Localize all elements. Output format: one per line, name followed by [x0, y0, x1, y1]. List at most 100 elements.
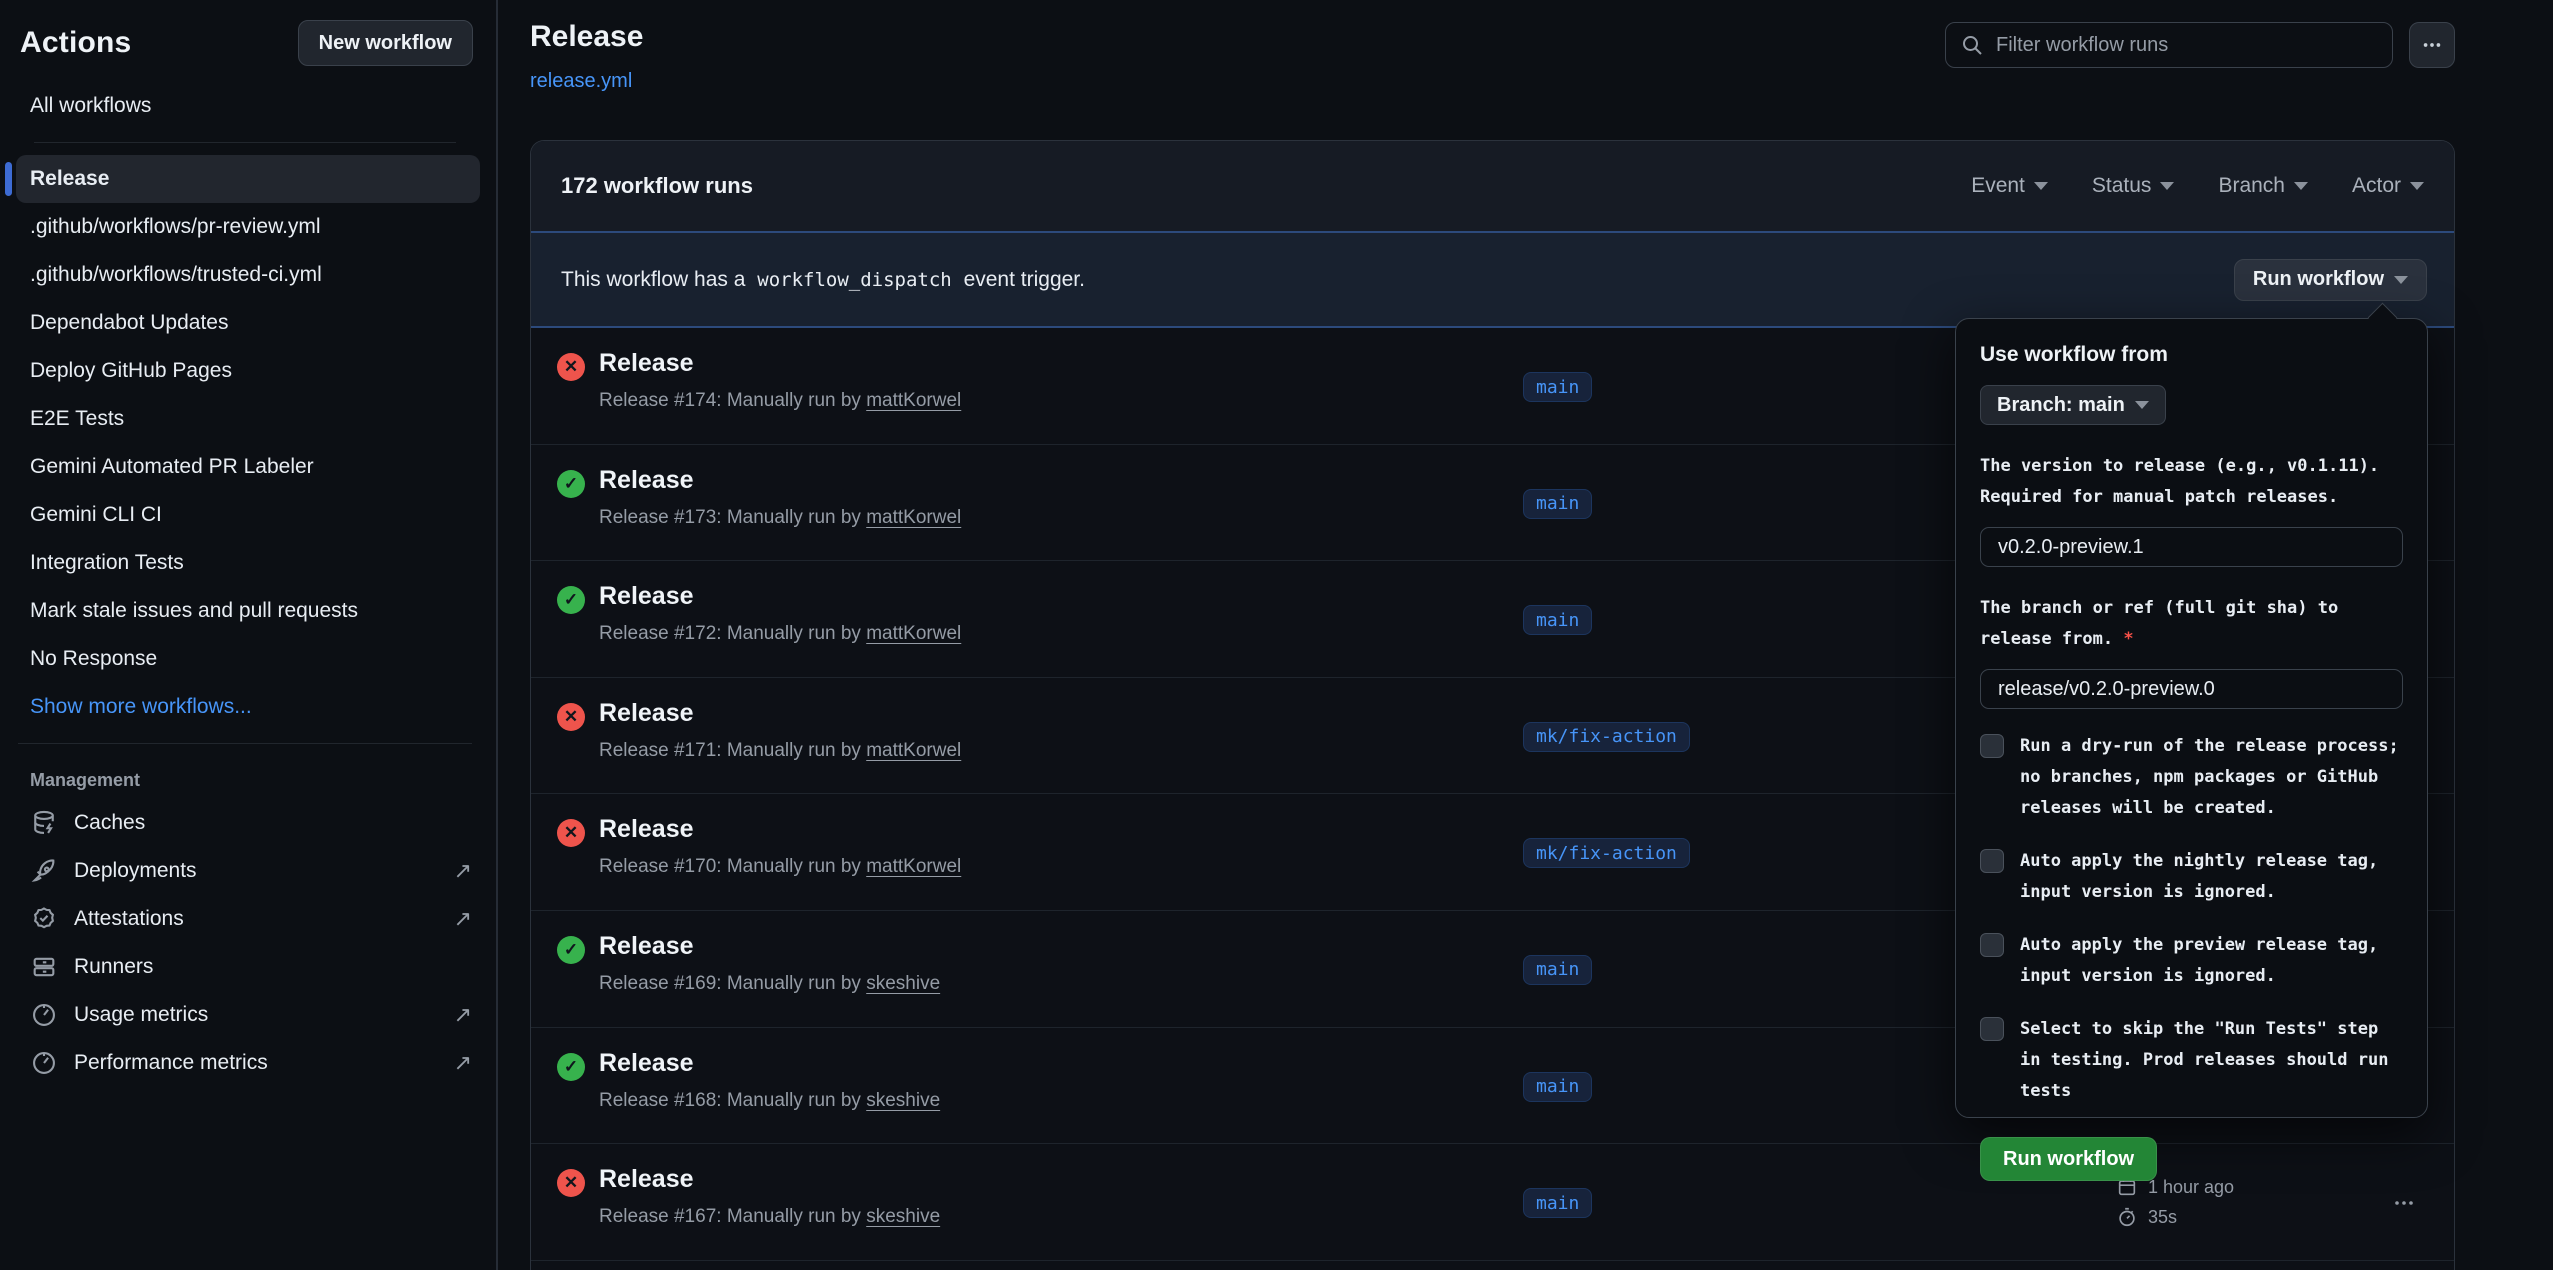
sidebar-item-performance-metrics[interactable]: Performance metrics ↗ [0, 1039, 496, 1087]
runs-list-header: 172 workflow runs Event Status Branch Ac… [531, 141, 2454, 231]
external-link-icon: ↗ [454, 906, 472, 932]
filter-workflow-runs-input[interactable] [1946, 23, 2392, 67]
sidebar-item-mark-stale[interactable]: Mark stale issues and pull requests [16, 587, 480, 635]
sidebar-item-integration-tests[interactable]: Integration Tests [16, 539, 480, 587]
show-more-workflows-link[interactable]: Show more workflows... [16, 683, 480, 731]
actor-link[interactable]: skeshive [866, 1090, 940, 1111]
checkbox-label[interactable]: Auto apply the nightly release tag, inpu… [2020, 846, 2403, 908]
run-workflow-dropdown-button[interactable]: Run workflow [2234, 259, 2427, 301]
page-kebab-menu-button[interactable] [2409, 22, 2455, 68]
run-subtitle: Release #172: Manually run by mattKorwel [599, 623, 961, 645]
actor-link[interactable]: mattKorwel [866, 856, 961, 877]
workflow-dispatch-code: workflow_dispatch [751, 269, 957, 291]
new-workflow-button[interactable]: New workflow [298, 20, 473, 66]
branch-pill[interactable]: main [1523, 1072, 1592, 1102]
actor-link[interactable]: skeshive [866, 973, 940, 994]
run-title[interactable]: Release [599, 1049, 694, 1078]
sidebar-item-attestations[interactable]: Attestations ↗ [0, 895, 496, 943]
branch-pill[interactable]: mk/fix-action [1523, 722, 1690, 752]
verified-icon [30, 905, 58, 933]
sidebar-item-deployments[interactable]: Deployments ↗ [0, 847, 496, 895]
runs-count: 172 workflow runs [561, 173, 753, 199]
sidebar-item-release[interactable]: Release [16, 155, 480, 203]
branch-pill[interactable]: main [1523, 1188, 1592, 1218]
page-title: Release [530, 20, 643, 54]
run-meta: 1 hour ago 35s [2116, 1172, 2234, 1232]
rocket-icon [30, 857, 58, 885]
run-workflow-submit-button[interactable]: Run workflow [1980, 1137, 2157, 1181]
sidebar-item-e2e-tests[interactable]: E2E Tests [16, 395, 480, 443]
run-title[interactable]: Release [599, 466, 694, 495]
run-title[interactable]: Release [599, 932, 694, 961]
run-title[interactable]: Release [599, 582, 694, 611]
cache-icon [30, 809, 58, 837]
sidebar-item-runners[interactable]: Runners [0, 943, 496, 991]
popover-title: Use workflow from [1980, 343, 2403, 367]
external-link-icon: ↗ [454, 1002, 472, 1028]
server-icon [30, 953, 58, 981]
required-asterisk: * [2123, 629, 2133, 649]
success-icon [557, 936, 585, 964]
failure-icon [557, 819, 585, 847]
actor-link[interactable]: mattKorwel [866, 740, 961, 761]
version-input-label: The version to release (e.g., v0.1.11). … [1980, 451, 2403, 513]
sidebar-item-deploy-github-pages[interactable]: Deploy GitHub Pages [16, 347, 480, 395]
actor-link[interactable]: mattKorwel [866, 507, 961, 528]
actor-link[interactable]: skeshive [866, 1206, 940, 1227]
workflow-file-link[interactable]: release.yml [530, 70, 632, 93]
actor-link[interactable]: mattKorwel [866, 623, 961, 644]
sidebar-item-trusted-ci[interactable]: .github/workflows/trusted-ci.yml [16, 251, 480, 299]
preview-tag-option: Auto apply the preview release tag, inpu… [1980, 930, 2403, 992]
external-link-icon: ↗ [454, 1050, 472, 1076]
branch-pill[interactable]: main [1523, 489, 1592, 519]
sidebar-item-gemini-pr-labeler[interactable]: Gemini Automated PR Labeler [16, 443, 480, 491]
banner-text: This workflow has a workflow_dispatch ev… [561, 268, 1085, 292]
event-filter-dropdown[interactable]: Event [1971, 174, 2048, 198]
run-title[interactable]: Release [599, 1165, 694, 1194]
sidebar-item-label: Attestations [74, 907, 438, 931]
branch-pill[interactable]: mk/fix-action [1523, 838, 1690, 868]
branch-pill[interactable]: main [1523, 372, 1592, 402]
sidebar-item-caches[interactable]: Caches [0, 799, 496, 847]
branch-filter-dropdown[interactable]: Branch [2218, 174, 2308, 198]
run-subtitle: Release #169: Manually run by skeshive [599, 973, 940, 995]
dry-run-checkbox[interactable] [1980, 734, 2004, 758]
actor-filter-dropdown[interactable]: Actor [2352, 174, 2424, 198]
run-subtitle: Release #167: Manually run by skeshive [599, 1206, 940, 1228]
meter-icon [30, 1001, 58, 1029]
actor-link[interactable]: mattKorwel [866, 390, 961, 411]
checkbox-label[interactable]: Select to skip the "Run Tests" step in t… [2020, 1014, 2403, 1107]
sidebar-item-dependabot-updates[interactable]: Dependabot Updates [16, 299, 480, 347]
sidebar-item-gemini-cli-ci[interactable]: Gemini CLI CI [16, 491, 480, 539]
success-icon [557, 1053, 585, 1081]
run-title[interactable]: Release [599, 699, 694, 728]
status-filter-dropdown[interactable]: Status [2092, 174, 2175, 198]
run-kebab-menu-button[interactable] [2376, 1188, 2432, 1218]
ref-input[interactable] [1980, 669, 2403, 709]
sidebar-title: Actions [20, 26, 131, 60]
kebab-icon [2421, 34, 2443, 56]
branch-pill[interactable]: main [1523, 605, 1592, 635]
nightly-tag-checkbox[interactable] [1980, 849, 2004, 873]
skip-tests-checkbox[interactable] [1980, 1017, 2004, 1041]
run-title[interactable]: Release [599, 349, 694, 378]
sidebar-item-no-response[interactable]: No Response [16, 635, 480, 683]
branch-select-button[interactable]: Branch: main [1980, 385, 2166, 425]
checkbox-label[interactable]: Run a dry-run of the release process; no… [2020, 731, 2403, 824]
version-input[interactable] [1980, 527, 2403, 567]
management-section-label: Management [0, 756, 496, 799]
run-subtitle: Release #173: Manually run by mattKorwel [599, 507, 961, 529]
sidebar-item-label: Deployments [74, 859, 438, 883]
success-icon [557, 586, 585, 614]
run-title[interactable]: Release [599, 815, 694, 844]
workflow-dispatch-banner: This workflow has a workflow_dispatch ev… [531, 231, 2454, 328]
checkbox-label[interactable]: Auto apply the preview release tag, inpu… [2020, 930, 2403, 992]
branch-pill[interactable]: main [1523, 955, 1592, 985]
sidebar-item-all-workflows[interactable]: All workflows [16, 82, 480, 130]
chevron-down-icon [2135, 401, 2149, 409]
search-icon [1960, 33, 1984, 57]
preview-tag-checkbox[interactable] [1980, 933, 2004, 957]
sidebar-item-pr-review[interactable]: .github/workflows/pr-review.yml [16, 203, 480, 251]
sidebar-item-usage-metrics[interactable]: Usage metrics ↗ [0, 991, 496, 1039]
ref-input-label: The branch or ref (full git sha) to rele… [1980, 593, 2403, 655]
